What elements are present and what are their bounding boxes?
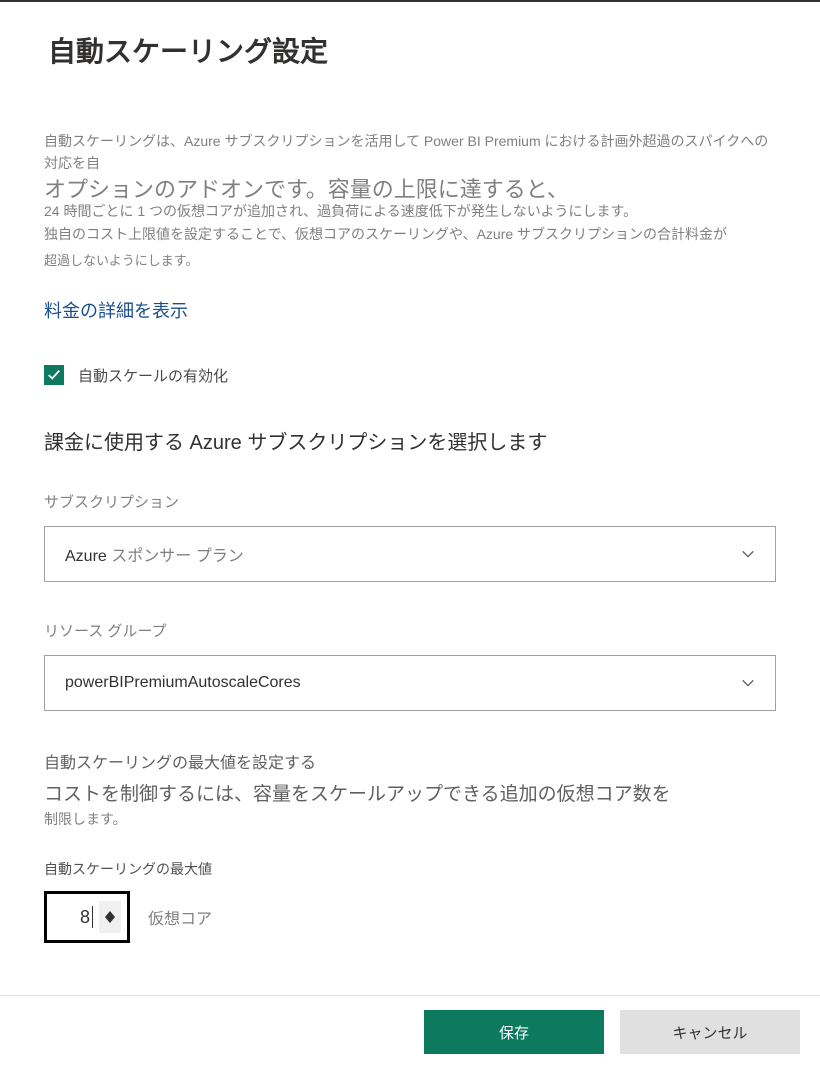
max-section-title: 自動スケーリングの最大値を設定する <box>44 749 776 773</box>
autoscale-max-unit: 仮想コア <box>148 905 212 929</box>
subscription-section-title: 課金に使用する Azure サブスクリプションを選択します <box>44 426 776 455</box>
enable-autoscale-checkbox[interactable] <box>44 365 64 385</box>
autoscale-max-label: 自動スケーリングの最大値 <box>44 859 776 879</box>
check-icon <box>47 368 61 382</box>
pricing-details-link[interactable]: 料金の詳細を表示 <box>44 297 776 323</box>
description-line3: 独自のコスト上限値を設定することで、仮想コアのスケーリングや、Azure サブス… <box>44 222 776 247</box>
resource-group-select[interactable]: powerBIPremiumAutoscaleCores <box>44 655 776 711</box>
max-section-big: コストを制御するには、容量をスケールアップできる追加の仮想コア数を <box>44 781 776 810</box>
description-line4: 超過しないようにします。 <box>44 249 776 272</box>
spinner-down-button[interactable] <box>105 917 115 923</box>
autoscale-max-row: 8 仮想コア <box>44 891 776 943</box>
chevron-down-icon <box>741 676 755 690</box>
autoscale-max-value[interactable]: 8 <box>63 906 93 928</box>
subscription-label: サブスクリプション <box>44 491 776 512</box>
enable-autoscale-label: 自動スケールの有効化 <box>78 365 228 386</box>
chevron-down-icon <box>741 547 755 561</box>
max-section-small: 制限します。 <box>44 809 776 829</box>
spinner-buttons <box>99 901 121 933</box>
enable-autoscale-row: 自動スケールの有効化 <box>44 365 776 386</box>
page-title: 自動スケーリング設定 <box>48 30 772 70</box>
dialog-header: 自動スケーリング設定 <box>0 2 820 90</box>
resource-group-label: リソース グループ <box>44 620 776 641</box>
subscription-value: Azure スポンサー プラン <box>65 542 244 566</box>
autoscale-max-spinner[interactable]: 8 <box>44 891 130 943</box>
description-line1: 自動スケーリングは、Azure サブスクリプションを活用して Power BI … <box>44 130 776 175</box>
dialog-content: 自動スケーリングは、Azure サブスクリプションを活用して Power BI … <box>0 90 820 963</box>
cancel-button[interactable]: キャンセル <box>620 1010 800 1054</box>
description-block: 自動スケーリングは、Azure サブスクリプションを活用して Power BI … <box>44 130 776 273</box>
dialog-footer: 保存 キャンセル <box>0 995 820 1068</box>
save-button[interactable]: 保存 <box>424 1010 604 1054</box>
subscription-select[interactable]: Azure スポンサー プラン <box>44 526 776 582</box>
resource-group-value: powerBIPremiumAutoscaleCores <box>65 674 301 692</box>
description-line2: 24 時間ごとに 1 つの仮想コアが追加され、過負荷による速度低下が発生しないよ… <box>44 200 776 222</box>
